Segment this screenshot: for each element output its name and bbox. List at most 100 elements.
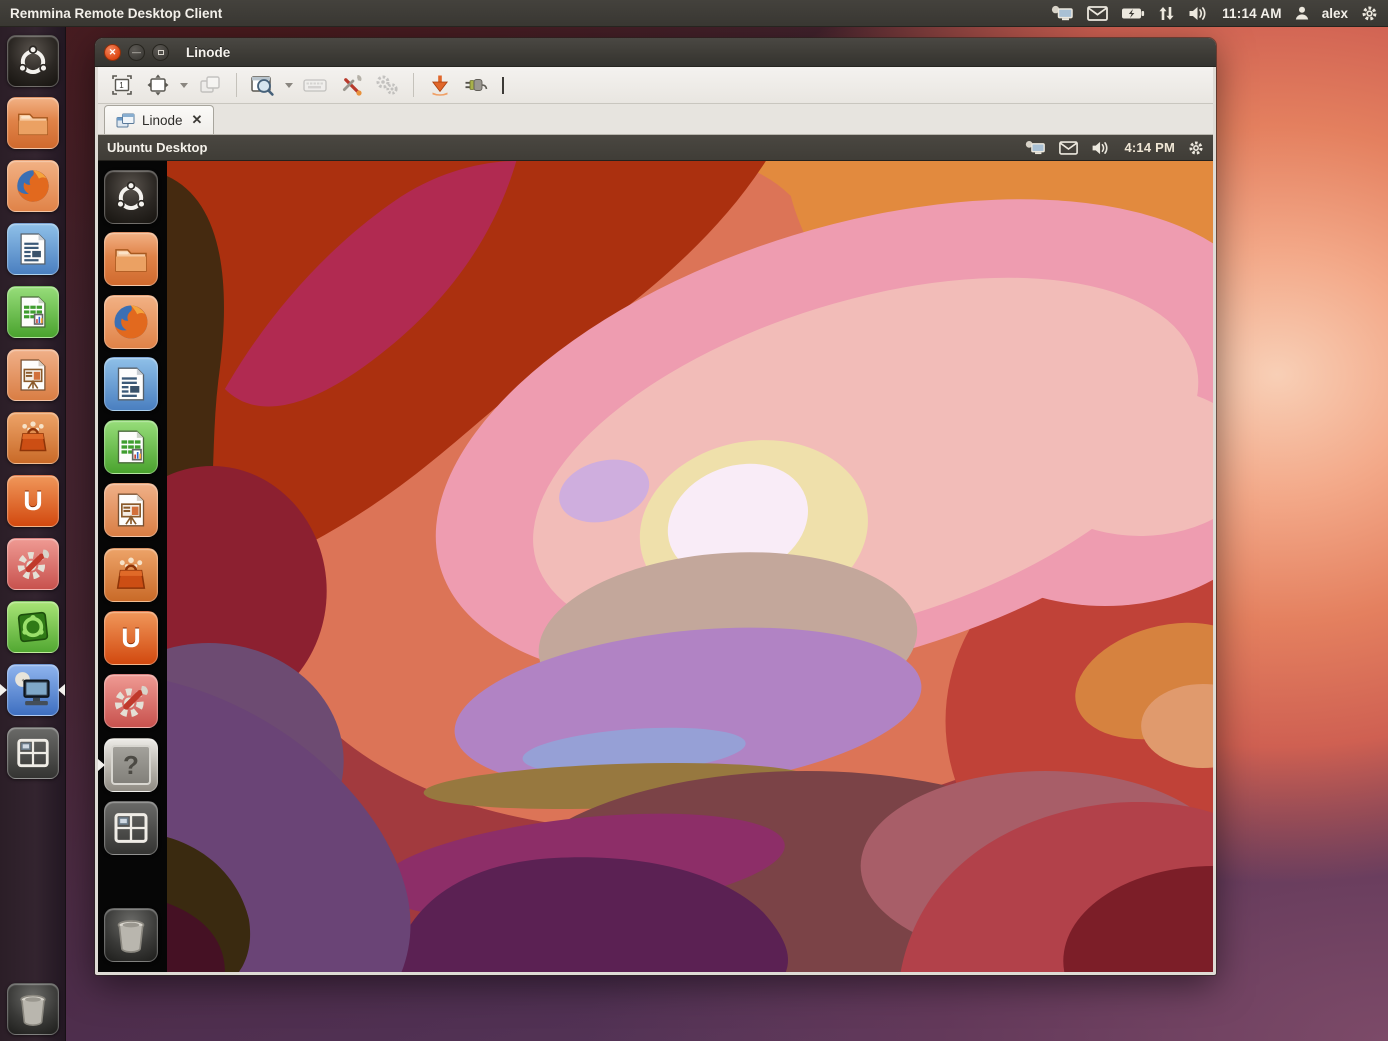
scaled-mode-icon <box>250 73 276 97</box>
running-indicator-arrow <box>0 684 7 696</box>
toolbar-switch-tabs-button[interactable] <box>194 70 226 100</box>
remote-tray: 4:14 PM <box>1025 140 1204 156</box>
window-minimize-button[interactable]: — <box>128 44 145 61</box>
ubuntu-logo-icon <box>16 44 50 78</box>
gear-wrench-icon <box>13 544 53 584</box>
remote-launcher-workspace-switcher[interactable] <box>104 801 158 855</box>
launcher-libreoffice-calc[interactable] <box>7 286 59 338</box>
volume-icon[interactable] <box>1188 6 1209 21</box>
remote-top-panel: Ubuntu Desktop 4:14 PM <box>98 135 1213 161</box>
focused-indicator-arrow <box>58 684 65 696</box>
tab-bar: Linode ✕ <box>98 104 1213 135</box>
plug-icon <box>463 73 489 97</box>
orange-down-arrow-icon <box>428 73 452 97</box>
remote-remmina-applet-icon[interactable] <box>1025 140 1046 155</box>
remote-launcher-trash[interactable] <box>104 908 158 962</box>
switch-tabs-icon <box>198 73 222 97</box>
remote-launcher-software-center[interactable] <box>104 548 158 602</box>
launcher-ubuntu-dash[interactable] <box>7 35 59 87</box>
firefox-icon <box>12 165 54 207</box>
remote-launcher-home-folder[interactable] <box>104 232 158 286</box>
launcher-ubuntu-one[interactable]: U <box>7 475 59 527</box>
remote-panel-title: Ubuntu Desktop <box>107 140 207 155</box>
toolbar-scaled-mode-button[interactable] <box>247 70 279 100</box>
gears-icon <box>374 73 400 97</box>
remote-launcher-libreoffice-impress[interactable] <box>104 483 158 537</box>
tab-close-button[interactable]: ✕ <box>192 112 203 128</box>
fullscreen-icon <box>146 73 170 97</box>
remote-launcher-libreoffice-calc[interactable] <box>104 420 158 474</box>
launcher-system-settings[interactable] <box>7 538 59 590</box>
launcher-home-folder[interactable] <box>7 97 59 149</box>
trash-can-icon <box>14 990 52 1028</box>
launcher-libreoffice-writer[interactable] <box>7 223 59 275</box>
launcher-firefox[interactable] <box>7 160 59 212</box>
tab-label: Linode <box>142 113 183 128</box>
remote-mail-icon[interactable] <box>1059 141 1078 155</box>
gear-wrench-icon <box>110 680 152 722</box>
remote-clock[interactable]: 4:14 PM <box>1124 140 1175 155</box>
remote-gear-icon[interactable] <box>1188 140 1204 156</box>
keyboard-icon <box>302 73 328 97</box>
remote-volume-icon[interactable] <box>1091 141 1111 155</box>
maximize-glyph <box>158 50 164 55</box>
tab-linode[interactable]: Linode ✕ <box>104 105 214 134</box>
launcher-libreoffice-impress[interactable] <box>7 349 59 401</box>
impress-presentation-icon <box>111 490 151 530</box>
tools-icon <box>338 72 364 98</box>
ubuntu-logo-icon <box>114 180 148 214</box>
session-username[interactable]: alex <box>1322 6 1348 21</box>
toolbar-tools-button[interactable] <box>335 70 367 100</box>
launcher-remmina[interactable] <box>7 664 59 716</box>
host-tray: 11:14 AM alex <box>1051 5 1378 22</box>
host-desktop[interactable]: { "host_panel": { "app_title": "Remmina … <box>0 0 1388 1041</box>
window-close-button[interactable]: ✕ <box>104 44 121 61</box>
impress-presentation-icon <box>14 356 52 394</box>
toolbar-fullscreen-button[interactable] <box>142 70 174 100</box>
host-clock[interactable]: 11:14 AM <box>1222 6 1282 21</box>
launcher-software-updater[interactable] <box>7 601 59 653</box>
fullscreen-dropdown-caret[interactable] <box>180 83 188 88</box>
network-updown-icon[interactable] <box>1158 6 1175 21</box>
toolbar-grab-keyboard-button[interactable] <box>299 70 331 100</box>
tab-windows-icon <box>116 113 135 128</box>
firefox-icon <box>109 300 153 344</box>
session-gear-icon[interactable] <box>1361 5 1378 22</box>
shopping-bag-icon <box>110 554 152 596</box>
workspace-grid-icon <box>111 808 151 848</box>
fit-window-icon: 1 <box>110 73 134 97</box>
launcher-workspace-switcher[interactable] <box>7 727 59 779</box>
launcher-trash[interactable] <box>7 983 59 1035</box>
toolbar-minimize-tray-button[interactable] <box>424 70 456 100</box>
remote-wallpaper[interactable] <box>167 161 1213 972</box>
shopping-bag-icon <box>13 418 53 458</box>
remote-launcher-unknown-window[interactable]: ? <box>104 738 158 792</box>
toolbar-settings-button[interactable] <box>371 70 403 100</box>
folder-icon <box>14 104 52 142</box>
ubuntu-one-letter: U <box>121 623 141 654</box>
remote-focused-indicator-arrow <box>98 759 105 771</box>
writer-document-icon <box>14 230 52 268</box>
mail-icon[interactable] <box>1087 6 1108 21</box>
remmina-toolbar: 1 <box>98 67 1213 104</box>
remote-launcher-ubuntu-one[interactable]: U <box>104 611 158 665</box>
remote-desktop-viewport[interactable]: Ubuntu Desktop 4:14 PM <box>98 135 1213 972</box>
remote-launcher-firefox[interactable] <box>104 295 158 349</box>
host-unity-launcher: U <box>0 27 66 1041</box>
launcher-software-center[interactable] <box>7 412 59 464</box>
remote-launcher-system-settings[interactable] <box>104 674 158 728</box>
remmina-applet-icon[interactable] <box>1051 5 1074 21</box>
scaled-dropdown-caret[interactable] <box>285 83 293 88</box>
workspace-grid-icon <box>14 734 52 772</box>
window-maximize-button[interactable] <box>152 44 169 61</box>
remote-launcher-ubuntu-dash[interactable] <box>104 170 158 224</box>
window-titlebar[interactable]: ✕ — Linode <box>95 38 1216 67</box>
toolbar-fit-window-button[interactable]: 1 <box>106 70 138 100</box>
writer-document-icon <box>111 364 151 404</box>
toolbar-disconnect-button[interactable] <box>460 70 492 100</box>
toolbar-text-caret <box>502 77 504 94</box>
user-icon <box>1295 6 1309 20</box>
remmina-window: ✕ — Linode 1 <box>95 38 1216 975</box>
battery-icon[interactable] <box>1121 7 1145 20</box>
remote-launcher-libreoffice-writer[interactable] <box>104 357 158 411</box>
